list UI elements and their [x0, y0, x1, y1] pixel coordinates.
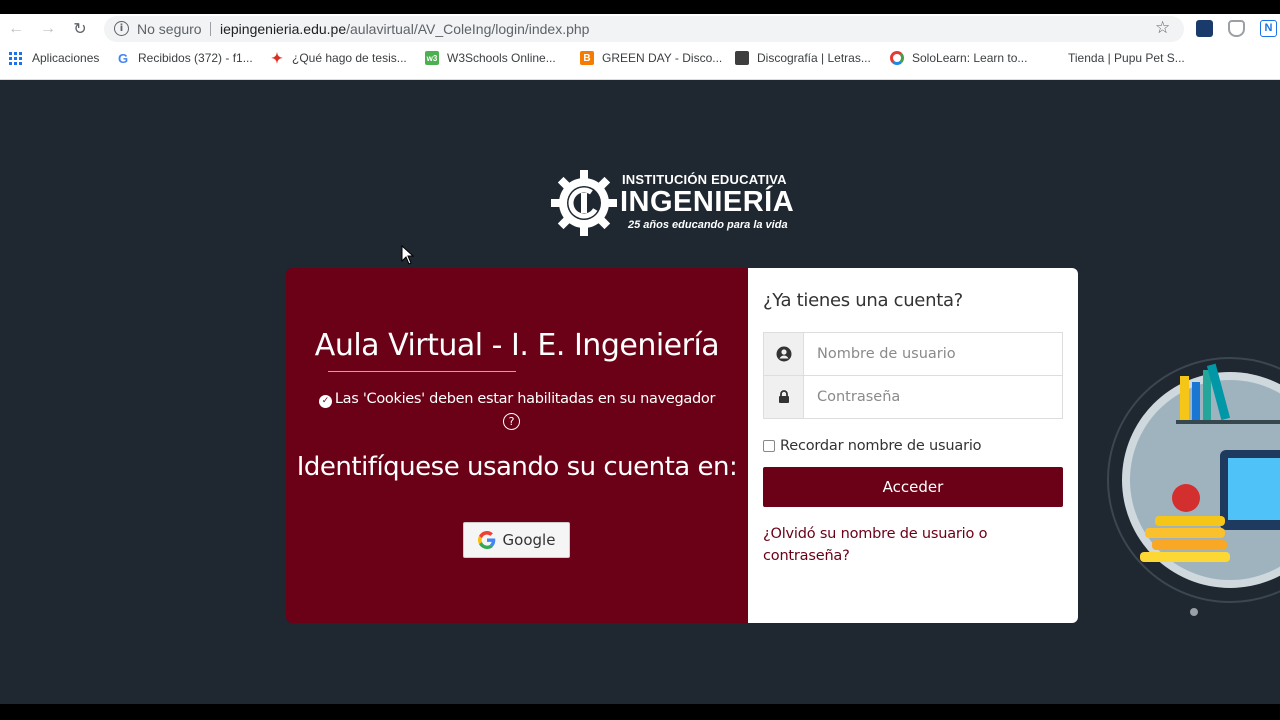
google-icon: [477, 531, 495, 549]
google-button-label: Google: [502, 531, 556, 549]
browser-chrome: ← → ↻ i No seguro iepingenieria.edu.pe/a…: [0, 14, 1280, 80]
google-icon: G: [116, 50, 130, 66]
bookmark-discografia[interactable]: Discografía | Letras...: [735, 51, 871, 65]
password-group: [763, 375, 1063, 419]
extension-n-icon[interactable]: N: [1260, 20, 1277, 37]
info-icon[interactable]: i: [114, 21, 129, 36]
login-heading: ¿Ya tienes una cuenta?: [763, 290, 963, 311]
security-label[interactable]: No seguro: [137, 21, 202, 37]
bookmark-greenday[interactable]: B GREEN DAY - Disco...: [580, 51, 722, 65]
bookmark-label: ¿Qué hago de tesis...: [292, 51, 407, 65]
remember-username[interactable]: Recordar nombre de usuario: [763, 438, 982, 454]
mouse-pointer-icon: [401, 245, 415, 265]
forgot-credentials-link[interactable]: ¿Olvidó su nombre de usuario o contraseñ…: [763, 523, 1033, 567]
album-icon: [735, 51, 749, 65]
username-group: [763, 332, 1063, 376]
url-text[interactable]: iepingenieria.edu.pe/aulavirtual/AV_Cole…: [220, 21, 589, 37]
identify-heading: Identifíquese usando su cuenta en:: [296, 452, 738, 482]
reload-icon[interactable]: ↻: [69, 18, 91, 40]
url-host: iepingenieria.edu.pe: [220, 21, 347, 37]
check-circle-icon: ✓: [318, 395, 332, 408]
username-input[interactable]: [805, 333, 1062, 375]
back-icon[interactable]: ←: [5, 18, 27, 40]
user-icon: [764, 333, 804, 375]
browser-nav-row: ← → ↻ i No seguro iepingenieria.edu.pe/a…: [0, 14, 1280, 44]
bookmark-label: Tienda | Pupu Pet S...: [1068, 51, 1185, 65]
remember-label: Recordar nombre de usuario: [780, 438, 982, 454]
remember-checkbox[interactable]: [763, 440, 775, 452]
gear-logo-icon: [551, 170, 617, 236]
bookmark-w3schools[interactable]: w3 W3Schools Online...: [425, 51, 556, 65]
login-button[interactable]: Acceder: [763, 467, 1063, 507]
extension-chart-icon[interactable]: [1196, 20, 1213, 37]
screen-bottom-bar: [0, 704, 1280, 720]
cookies-notice-text: Las 'Cookies' deben estar habilitadas en…: [334, 391, 716, 407]
password-input[interactable]: [805, 376, 1062, 418]
blogger-icon: B: [580, 51, 594, 65]
logo-line-2: INGENIERÍA: [620, 186, 795, 218]
bookmark-apps[interactable]: Aplicaciones: [9, 51, 99, 65]
page-content: INSTITUCIÓN EDUCATIVA INGENIERÍA 25 años…: [0, 80, 1280, 704]
w3schools-icon: w3: [425, 51, 439, 65]
login-form-panel: ¿Ya tienes una cuenta? Recordar nombre d…: [748, 268, 1078, 623]
bookmark-tienda[interactable]: Tienda | Pupu Pet S...: [1046, 51, 1185, 65]
address-bar[interactable]: i No seguro iepingenieria.edu.pe/aulavir…: [104, 16, 1184, 42]
bookmark-label: GREEN DAY - Disco...: [602, 51, 723, 65]
bookmark-label: Discografía | Letras...: [757, 51, 871, 65]
logo-line-1: INSTITUCIÓN EDUCATIVA: [622, 172, 787, 187]
logo-tagline: 25 años educando para la vida: [628, 219, 788, 231]
url-path: /aulavirtual/AV_ColeIng/login/index.php: [346, 21, 590, 37]
bookmark-label: W3Schools Online...: [447, 51, 556, 65]
sololearn-icon: [890, 51, 904, 65]
star-favicon: ✦: [270, 49, 284, 66]
forward-icon[interactable]: →: [37, 18, 59, 40]
cookies-notice: ✓ Las 'Cookies' deben estar habilitadas e…: [286, 391, 748, 408]
bookmark-label: Aplicaciones: [32, 51, 100, 65]
apps-icon: [9, 51, 22, 65]
title-underline: [328, 371, 516, 372]
help-icon[interactable]: ?: [503, 413, 520, 430]
extension-shield-icon[interactable]: [1228, 20, 1245, 37]
bookmark-star-icon[interactable]: ☆: [1155, 18, 1170, 38]
bookmark-tesis[interactable]: ✦ ¿Qué hago de tesis...: [270, 49, 407, 66]
login-info-panel: Aula Virtual - I. E. Ingeniería ✓ Las 'Co…: [286, 268, 748, 623]
bookmark-gmail[interactable]: G Recibidos (372) - f1...: [116, 50, 253, 66]
address-divider: [210, 22, 211, 36]
screen-top-bar: [0, 0, 1280, 14]
bookmark-label: SoloLearn: Learn to...: [912, 51, 1028, 65]
lock-icon: [764, 376, 804, 418]
page-title: Aula Virtual - I. E. Ingeniería: [314, 328, 720, 363]
bookmarks-bar: Aplicaciones G Recibidos (372) - f1... ✦…: [0, 47, 1280, 73]
bookmark-sololearn[interactable]: SoloLearn: Learn to...: [890, 51, 1027, 65]
education-illustration: [1107, 357, 1280, 616]
google-login-button[interactable]: Google: [463, 522, 570, 558]
blank-icon: [1046, 51, 1060, 65]
bookmark-label: Recibidos (372) - f1...: [138, 51, 253, 65]
institution-logo: INSTITUCIÓN EDUCATIVA INGENIERÍA 25 años…: [550, 168, 820, 238]
